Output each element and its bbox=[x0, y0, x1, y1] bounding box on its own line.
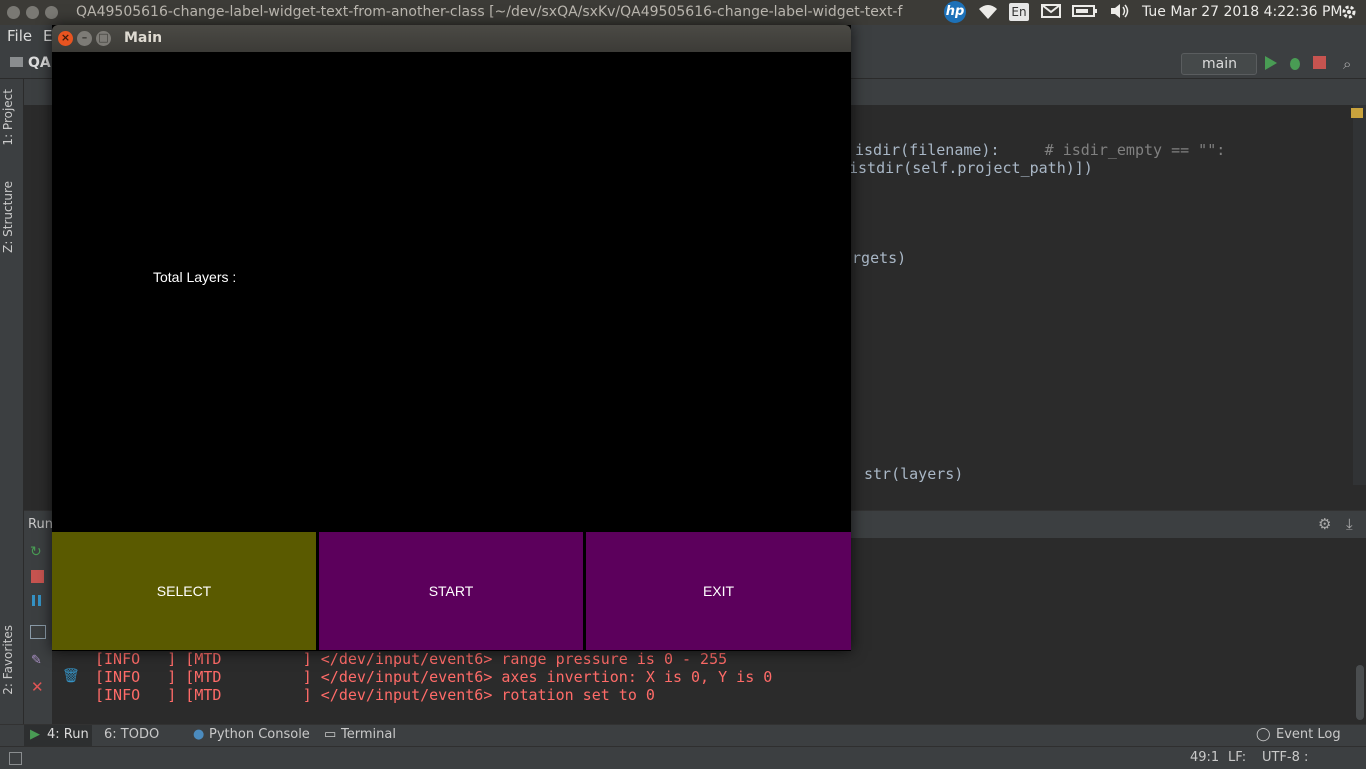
close-icon[interactable]: × bbox=[58, 31, 73, 46]
rerun-icon[interactable]: ↻ bbox=[30, 544, 42, 560]
tab-todo[interactable]: 6: TODO bbox=[104, 727, 159, 742]
code-line: isdir(filename): # isdir_empty == "": bbox=[855, 141, 1226, 159]
maximize-icon[interactable]: □ bbox=[96, 31, 111, 46]
file-encoding[interactable]: UTF-8 : bbox=[1262, 750, 1308, 765]
tab-event-log[interactable]: Event Log bbox=[1276, 727, 1341, 742]
tool-tab-favorites[interactable]: 2: Favorites bbox=[1, 625, 23, 695]
pin-icon[interactable]: ✎ bbox=[31, 653, 42, 668]
search-icon[interactable]: ⌕ bbox=[1343, 55, 1351, 73]
select-button[interactable]: SELECT bbox=[52, 532, 316, 650]
code-line: argets) bbox=[843, 249, 907, 267]
project-breadcrumb[interactable]: QA bbox=[28, 55, 51, 71]
tab-python-console[interactable]: Python Console bbox=[209, 727, 310, 742]
settings-gear-icon[interactable] bbox=[1340, 3, 1358, 22]
exit-button[interactable]: EXIT bbox=[586, 532, 851, 650]
code-line: istdir(self.project_path)]) bbox=[849, 159, 1093, 177]
bottom-tool-tabs bbox=[0, 724, 1366, 747]
tab-terminal[interactable]: Terminal bbox=[341, 727, 396, 742]
cursor-position[interactable]: 49:1 bbox=[1190, 750, 1219, 765]
code-line: str(layers) bbox=[864, 465, 964, 483]
total-layers-label: Total Layers : bbox=[153, 269, 237, 285]
layout-icon[interactable] bbox=[30, 625, 46, 639]
run-tab-icon: ▶ bbox=[30, 727, 40, 742]
hp-logo-icon[interactable]: hp bbox=[944, 1, 966, 23]
system-clock[interactable]: Tue Mar 27 2018 4:22:36 PM bbox=[1142, 4, 1343, 20]
window-close-icon[interactable] bbox=[7, 6, 20, 19]
run-configuration-select[interactable]: main bbox=[1181, 53, 1257, 75]
trash-icon[interactable]: 🗑 bbox=[62, 668, 80, 684]
start-button[interactable]: START bbox=[319, 532, 583, 650]
app-title-bar[interactable]: × – □ Main bbox=[52, 25, 851, 52]
menu-file[interactable]: File bbox=[7, 27, 32, 45]
status-bar: 49:1 LF: UTF-8 : bbox=[0, 746, 1366, 769]
editor-scrollbar[interactable] bbox=[1353, 105, 1366, 485]
run-play-icon[interactable] bbox=[1264, 55, 1278, 75]
keyboard-language-indicator[interactable]: En bbox=[1009, 3, 1029, 21]
kivy-app-window: × – □ Main Total Layers : SELECT START E… bbox=[52, 25, 851, 651]
app-window-title: Main bbox=[124, 30, 163, 46]
tab-run[interactable]: 4: Run bbox=[47, 727, 89, 742]
run-panel-title: Run bbox=[28, 517, 53, 532]
left-tool-strip: 1: Project Z: Structure 2: Favorites bbox=[0, 79, 24, 724]
run-toolbar: ↻ ✎ ✕ bbox=[24, 537, 52, 724]
volume-icon[interactable] bbox=[1109, 3, 1131, 22]
tool-tab-project[interactable]: 1: Project bbox=[1, 89, 23, 146]
debug-bug-icon[interactable] bbox=[1287, 55, 1303, 75]
folder-icon bbox=[10, 57, 23, 67]
active-window-title: QA49505616-change-label-widget-text-from… bbox=[76, 4, 903, 20]
run-scrollbar[interactable] bbox=[1356, 665, 1364, 720]
tool-tab-structure[interactable]: Z: Structure bbox=[1, 181, 23, 253]
system-top-bar: QA49505616-change-label-widget-text-from… bbox=[0, 0, 1366, 25]
toggle-tool-windows-icon[interactable] bbox=[9, 752, 22, 765]
hide-panel-icon[interactable]: ⤓ bbox=[1346, 515, 1353, 533]
window-maximize-icon[interactable] bbox=[45, 6, 58, 19]
log-line: [INFO ] [MTD ] </dev/input/event6> axes … bbox=[95, 668, 773, 686]
terminal-icon: ▭ bbox=[324, 727, 337, 742]
stop-icon[interactable] bbox=[1313, 56, 1326, 69]
log-line: [INFO ] [MTD ] </dev/input/event6> range… bbox=[95, 650, 728, 668]
minimize-icon[interactable]: – bbox=[77, 31, 92, 46]
inspection-warning-marker[interactable] bbox=[1351, 108, 1363, 118]
mail-icon[interactable] bbox=[1041, 3, 1061, 22]
battery-icon[interactable] bbox=[1072, 3, 1098, 22]
event-log-icon: ◯ bbox=[1256, 727, 1271, 742]
stop-icon[interactable] bbox=[31, 570, 44, 583]
pause-icon-bar[interactable] bbox=[32, 595, 35, 606]
wifi-icon[interactable] bbox=[977, 3, 999, 22]
pause-icon-bar[interactable] bbox=[38, 595, 41, 606]
close-icon[interactable]: ✕ bbox=[31, 678, 44, 696]
gear-icon[interactable]: ⚙ bbox=[1318, 515, 1331, 533]
line-separator[interactable]: LF: bbox=[1228, 750, 1246, 765]
window-minimize-icon[interactable] bbox=[26, 6, 39, 19]
python-icon: ● bbox=[193, 727, 205, 742]
log-line: [INFO ] [MTD ] </dev/input/event6> rotat… bbox=[95, 686, 655, 704]
